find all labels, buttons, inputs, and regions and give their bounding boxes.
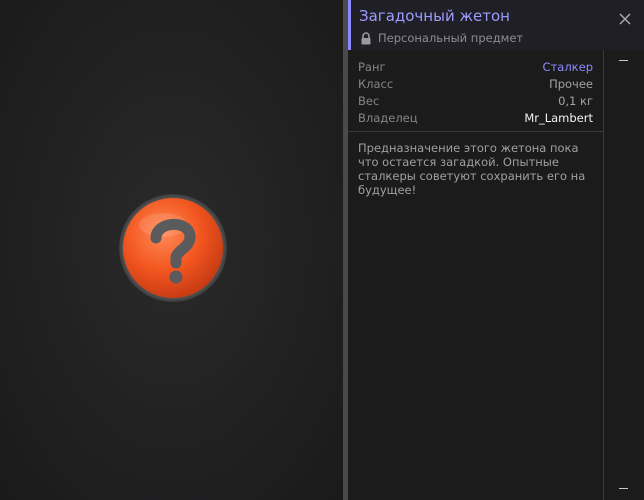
- stat-row-class: Класс Прочее: [358, 76, 593, 93]
- item-inspect-window: Загадочный жетон Персональный предмет Ра…: [0, 0, 644, 500]
- scrollbar-top-cap: [619, 60, 628, 61]
- stat-label: Класс: [358, 77, 394, 91]
- stat-value-class: Прочее: [549, 77, 593, 91]
- lock-icon: [361, 31, 371, 44]
- scrollbar[interactable]: [604, 50, 644, 500]
- stat-value-owner: Mr_Lambert: [524, 111, 593, 125]
- stat-row-rank: Ранг Сталкер: [358, 59, 593, 76]
- item-subtitle: Персональный предмет: [378, 31, 524, 45]
- stat-value-rank: Сталкер: [542, 60, 593, 74]
- stat-label: Ранг: [358, 60, 386, 74]
- item-header: Загадочный жетон Персональный предмет: [348, 0, 644, 50]
- stat-value-weight: 0,1 кг: [558, 94, 593, 108]
- stat-row-weight: Вес 0,1 кг: [358, 93, 593, 110]
- item-body: Ранг Сталкер Класс Прочее Вес 0,1 кг Вла…: [348, 50, 644, 500]
- stat-label: Владелец: [358, 111, 418, 125]
- item-preview-panel: [0, 0, 343, 500]
- question-token-icon: [119, 194, 227, 302]
- item-title: Загадочный жетон: [359, 7, 510, 25]
- item-subtitle-row: Персональный предмет: [360, 31, 523, 45]
- item-description: Предназначение этого жетона пока что ост…: [358, 141, 586, 197]
- stat-label: Вес: [358, 94, 380, 108]
- item-details-panel: Загадочный жетон Персональный предмет Ра…: [348, 0, 644, 500]
- item-content: Ранг Сталкер Класс Прочее Вес 0,1 кг Вла…: [348, 50, 604, 500]
- close-icon[interactable]: [618, 12, 632, 26]
- scrollbar-bottom-cap: [619, 488, 628, 489]
- item-stats: Ранг Сталкер Класс Прочее Вес 0,1 кг Вла…: [348, 50, 603, 132]
- stat-row-owner: Владелец Mr_Lambert: [358, 110, 593, 127]
